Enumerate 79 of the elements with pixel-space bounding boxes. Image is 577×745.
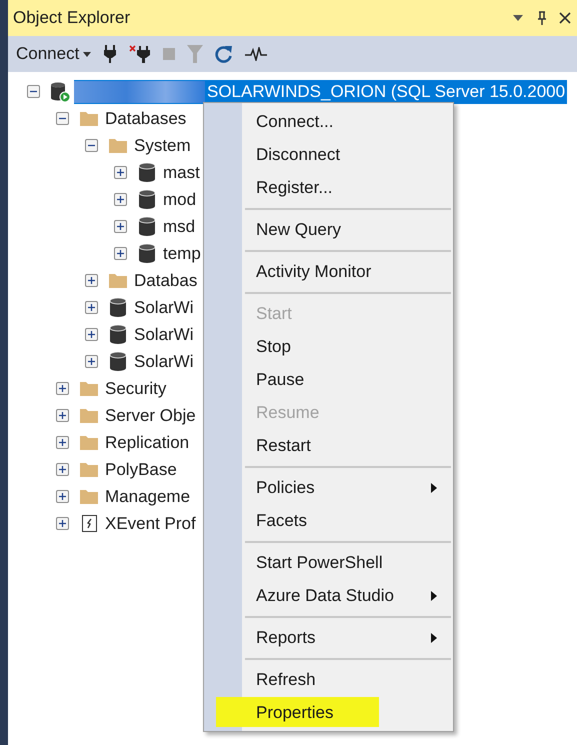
expand-icon[interactable] [114, 220, 127, 233]
folder-icon [79, 407, 99, 424]
menu-item[interactable]: Pause [204, 363, 453, 396]
menu-item[interactable]: Stop [204, 330, 453, 363]
expand-icon[interactable] [85, 301, 98, 314]
expand-icon[interactable] [56, 490, 69, 503]
expand-icon[interactable] [56, 517, 69, 530]
tree-item[interactable]: Security [103, 376, 168, 400]
folder-icon [79, 461, 99, 478]
tree-item[interactable]: SolarWi [132, 350, 196, 374]
folder-icon [79, 434, 99, 451]
expand-icon[interactable] [85, 355, 98, 368]
menu-item[interactable]: Connect... [204, 105, 453, 138]
tree-item[interactable]: SolarWi [132, 322, 196, 346]
submenu-arrow-icon [431, 633, 437, 643]
tree-item[interactable]: Replication [103, 430, 192, 454]
expand-icon[interactable] [114, 193, 127, 206]
pulse-icon[interactable] [245, 47, 268, 61]
tree-item[interactable]: System [132, 134, 193, 158]
expand-icon[interactable] [56, 382, 69, 395]
expand-icon[interactable] [114, 166, 127, 179]
refresh-icon[interactable] [215, 44, 234, 64]
tree-item[interactable]: temp [161, 242, 203, 266]
collapse-icon[interactable] [85, 139, 98, 152]
expand-icon[interactable] [56, 409, 69, 422]
tree-item[interactable]: msd [161, 214, 198, 238]
expand-icon[interactable] [85, 328, 98, 341]
database-icon [138, 216, 156, 237]
database-icon [138, 162, 156, 183]
expand-icon[interactable] [114, 247, 127, 260]
submenu-arrow-icon [431, 591, 437, 601]
collapse-icon[interactable] [56, 112, 69, 125]
tree-item[interactable]: mod [161, 188, 198, 212]
tree-item[interactable]: Databases [103, 106, 188, 130]
menu-item[interactable]: Disconnect [204, 138, 453, 171]
database-icon [109, 297, 127, 318]
tree-item[interactable]: Databas [132, 268, 200, 292]
menu-item[interactable]: Refresh [204, 663, 453, 696]
tree-item[interactable]: SolarWi [132, 296, 196, 320]
tree-item[interactable]: XEvent Prof [103, 512, 198, 536]
database-icon [109, 351, 127, 372]
folder-icon [79, 488, 99, 505]
menu-item[interactable]: New Query [204, 213, 453, 246]
database-icon [109, 324, 127, 345]
database-icon [138, 243, 156, 264]
expand-icon[interactable] [56, 463, 69, 476]
caret-icon [83, 52, 92, 56]
dropdown-icon[interactable] [513, 15, 523, 21]
folder-icon [108, 272, 128, 289]
menu-item[interactable]: Policies [204, 471, 453, 504]
expand-icon[interactable] [56, 436, 69, 449]
plug-icon[interactable] [103, 45, 118, 63]
menu-item[interactable]: Register... [204, 171, 453, 204]
server-icon [49, 80, 71, 102]
folder-icon [108, 137, 128, 154]
tree-item[interactable]: Manageme [103, 484, 192, 508]
connect-button[interactable]: Connect [16, 41, 92, 67]
database-icon [138, 189, 156, 210]
expand-icon[interactable] [85, 274, 98, 287]
folder-icon [79, 380, 99, 397]
tree-item[interactable]: Server Obje [103, 404, 198, 428]
menu-item[interactable]: Restart [204, 429, 453, 462]
menu-item[interactable]: Reports [204, 621, 453, 654]
collapse-icon[interactable] [27, 85, 40, 98]
menu-item[interactable]: Activity Monitor [204, 255, 453, 288]
tree-item[interactable]: PolyBase [103, 458, 179, 482]
tree-item[interactable]: mast [161, 160, 202, 184]
submenu-arrow-icon [431, 483, 437, 493]
menu-item[interactable]: Facets [204, 504, 453, 537]
event-profiler-icon [80, 514, 98, 533]
disconnect-plug-icon[interactable] [129, 45, 152, 63]
pin-icon[interactable] [537, 11, 547, 25]
tree-item[interactable]: SOLARWINDS_ORION (SQL Server 15.0.2000 [74, 80, 568, 104]
window-title: Object Explorer [13, 7, 130, 30]
close-icon[interactable] [559, 12, 571, 24]
menu-item[interactable]: Azure Data Studio [204, 579, 453, 612]
menu-item[interactable]: Properties [204, 696, 453, 729]
menu-item[interactable]: Start PowerShell [204, 546, 453, 579]
folder-icon [79, 110, 99, 127]
